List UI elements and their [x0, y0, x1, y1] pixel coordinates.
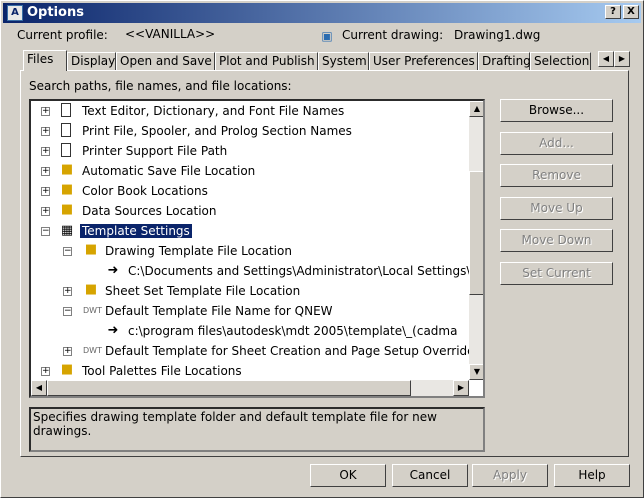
tab-scroll-left-icon[interactable]: ◀	[598, 51, 614, 67]
description-text: Specifies drawing template folder and de…	[33, 410, 437, 438]
collapse-icon[interactable]: −	[63, 247, 72, 256]
tree-item-drawing-template-path[interactable]: ➜ C:\Documents and Settings\Administrato…	[31, 261, 471, 281]
expand-icon[interactable]: +	[41, 147, 50, 156]
file-icon	[61, 143, 71, 157]
move-down-button[interactable]: Move Down	[500, 229, 613, 252]
drawing-icon: ▣	[321, 29, 333, 43]
tab-system[interactable]: System	[318, 52, 369, 70]
arrow-right-icon: ➜	[107, 323, 119, 338]
title-bar[interactable]: A Options ? X	[3, 3, 641, 23]
tree-item-color-book[interactable]: + ■ Color Book Locations	[31, 181, 208, 201]
browse-button[interactable]: Browse...	[500, 99, 613, 122]
tree-item-autosave[interactable]: + ■ Automatic Save File Location	[31, 161, 255, 181]
tab-drafting[interactable]: Drafting	[478, 52, 531, 70]
file-icon	[61, 103, 71, 117]
folder-icon: ■	[84, 242, 98, 257]
tree-heading: Search paths, file names, and file locat…	[29, 79, 292, 93]
expand-icon[interactable]: +	[41, 367, 50, 376]
options-dialog: A Options ? X Current profile: <<VANILLA…	[0, 0, 644, 498]
cancel-button[interactable]: Cancel	[392, 464, 468, 487]
close-button[interactable]: X	[623, 5, 639, 19]
scroll-down-icon[interactable]: ▼	[469, 364, 483, 380]
window-title: Options	[27, 5, 84, 20]
help-title-button[interactable]: ?	[605, 5, 621, 19]
help-button[interactable]: Help	[554, 464, 630, 487]
dwt-file-icon: DWT	[83, 346, 102, 355]
tree-item-drawing-template-location[interactable]: − ■ Drawing Template File Location	[31, 241, 292, 261]
current-drawing-value: Drawing1.dwg	[454, 28, 541, 42]
template-icon: ▦	[60, 223, 74, 238]
set-current-button[interactable]: Set Current	[500, 262, 613, 285]
tab-selection[interactable]: Selection	[530, 52, 591, 70]
expand-icon[interactable]: +	[41, 167, 50, 176]
tree-item-sheet-set-template[interactable]: + ■ Sheet Set Template File Location	[31, 281, 300, 301]
tab-scroll-right-icon[interactable]: ▶	[614, 51, 630, 67]
collapse-icon[interactable]: −	[63, 307, 72, 316]
collapse-icon[interactable]: −	[41, 227, 50, 236]
description-box: Specifies drawing template folder and de…	[29, 407, 485, 452]
folder-icon: ■	[60, 362, 74, 377]
tab-open-and-save[interactable]: Open and Save	[116, 52, 215, 70]
arrow-right-icon: ➜	[107, 263, 119, 278]
vertical-scroll-thumb[interactable]	[469, 171, 483, 295]
file-icon	[61, 123, 71, 137]
tree-item-printer-support[interactable]: + Printer Support File Path	[31, 141, 227, 161]
current-profile-value: <<VANILLA>>	[125, 27, 216, 41]
apply-button[interactable]: Apply	[472, 464, 548, 487]
ok-button[interactable]: OK	[310, 464, 386, 487]
expand-icon[interactable]: +	[41, 187, 50, 196]
folder-icon: ■	[60, 182, 74, 197]
tree-item-sheet-creation-template[interactable]: + DWT Default Template for Sheet Creatio…	[31, 341, 481, 361]
search-paths-tree[interactable]: + Text Editor, Dictionary, and Font File…	[29, 99, 485, 398]
tab-files[interactable]: Files	[23, 50, 67, 71]
expand-icon[interactable]: +	[41, 207, 50, 216]
tree-item-data-sources[interactable]: + ■ Data Sources Location	[31, 201, 217, 221]
current-profile-label: Current profile:	[17, 28, 108, 42]
remove-button[interactable]: Remove	[500, 164, 613, 187]
expand-icon[interactable]: +	[63, 347, 72, 356]
scroll-up-icon[interactable]: ▲	[469, 101, 483, 117]
expand-icon[interactable]: +	[41, 127, 50, 136]
scroll-right-icon[interactable]: ▶	[453, 380, 469, 396]
tree-item-qnew-template[interactable]: − DWT Default Template File Name for QNE…	[31, 301, 333, 321]
vertical-scrollbar[interactable]: ▲ ▼	[469, 101, 483, 380]
add-button[interactable]: Add...	[500, 132, 613, 155]
app-icon: A	[7, 5, 23, 21]
tree-item-template-settings[interactable]: − ▦ Template Settings	[31, 221, 193, 241]
tab-plot-and-publish[interactable]: Plot and Publish	[215, 52, 318, 70]
tree-item-text-editor[interactable]: + Text Editor, Dictionary, and Font File…	[31, 101, 344, 121]
tree-item-tool-palettes[interactable]: + ■ Tool Palettes File Locations	[31, 361, 242, 381]
move-up-button[interactable]: Move Up	[500, 197, 613, 220]
tree-item-print-file[interactable]: + Print File, Spooler, and Prolog Sectio…	[31, 121, 352, 141]
current-drawing-label: Current drawing:	[342, 28, 444, 42]
scroll-left-icon[interactable]: ◀	[31, 380, 47, 396]
folder-icon: ■	[60, 162, 74, 177]
tab-user-preferences[interactable]: User Preferences	[369, 52, 478, 70]
expand-icon[interactable]: +	[41, 107, 50, 116]
horizontal-scroll-thumb[interactable]	[47, 380, 411, 396]
dwt-file-icon: DWT	[83, 306, 102, 315]
tree-item-qnew-path[interactable]: ➜ c:\program files\autodesk\mdt 2005\tem…	[31, 321, 458, 341]
folder-icon: ■	[84, 282, 98, 297]
tab-display[interactable]: Display	[67, 52, 116, 70]
expand-icon[interactable]: +	[63, 287, 72, 296]
horizontal-scrollbar[interactable]: ◀ ▶	[31, 380, 469, 396]
folder-icon: ■	[60, 202, 74, 217]
